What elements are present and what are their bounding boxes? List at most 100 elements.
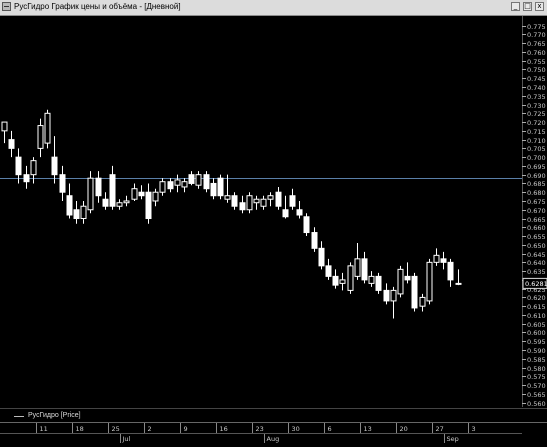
price-tick-label: 0.565 [527, 391, 546, 399]
price-tick-label: 0.655 [527, 233, 546, 241]
candle-body [267, 195, 274, 200]
day-tick-label: 6 [328, 425, 332, 433]
price-tick-label: 0.680 [527, 189, 546, 197]
candle-body [44, 112, 51, 144]
candle-body [109, 174, 116, 207]
price-tick-label: 0.640 [527, 259, 546, 267]
price-tick-label: 0.760 [527, 49, 546, 57]
candle-body [411, 275, 418, 309]
time-axis-svg: 11 18 25 2 9 16 23 30 6 13 20 27 3Jul Aug Sep [0, 423, 522, 443]
price-tick-label: 0.775 [527, 23, 546, 31]
candle-body [318, 247, 325, 267]
candle-body [145, 191, 152, 220]
price-tick-label: 0.710 [527, 137, 546, 145]
price-tick-label: 0.605 [527, 321, 546, 329]
price-chart-area[interactable]: 0.560 0.565 0.570 0.575 0.580 0.585 0.590 0.595… [0, 16, 547, 423]
price-tick-label: 0.675 [527, 198, 546, 206]
candle-body [188, 174, 195, 184]
candle-body [210, 182, 217, 197]
window-title: РусГидро График цены и объёма - [Дневной… [14, 2, 181, 11]
day-tick-label: 2 [148, 425, 152, 433]
app-icon [2, 2, 11, 11]
candle-body [80, 205, 87, 220]
chart-legend: РусГидро [Price] [0, 408, 547, 423]
price-tick-label: 0.690 [527, 172, 546, 180]
price-tick-label: 0.620 [527, 294, 546, 302]
candle-body [239, 202, 246, 211]
candle-body [195, 174, 202, 186]
candle-body [383, 289, 390, 302]
candle-body [455, 282, 462, 285]
price-tick-label: 0.580 [527, 365, 546, 373]
candle-body [303, 216, 310, 234]
candle-body [419, 296, 426, 307]
price-tick-label: 0.765 [527, 40, 546, 48]
candle-body [123, 200, 130, 204]
price-tick-label: 0.750 [527, 66, 546, 74]
candle-body [174, 179, 181, 186]
candle-body [433, 254, 440, 263]
candle-body [138, 191, 145, 197]
price-tick-label: 0.590 [527, 347, 546, 355]
day-tick-label: 11 [40, 425, 48, 433]
window-title-bar[interactable]: РусГидро График цены и объёма - [Дневной… [0, 0, 547, 16]
candle-body [354, 258, 361, 277]
candle-body [426, 261, 433, 302]
candle-body [167, 181, 174, 190]
price-tick-label: 0.735 [527, 93, 546, 101]
legend-label: РусГидро [Price] [28, 412, 81, 419]
price-tick-label: 0.660 [527, 224, 546, 232]
maximize-button[interactable]: □ [523, 2, 532, 11]
candle-body [51, 156, 58, 176]
day-tick-label: 30 [292, 425, 300, 433]
price-tick-label: 0.720 [527, 119, 546, 127]
time-axis[interactable]: 11 18 25 2 9 16 23 30 6 13 20 27 3 Jul Aug Sep [0, 422, 547, 443]
price-tick-label: 0.585 [527, 356, 546, 364]
candle-body [23, 174, 30, 183]
candle-body [224, 195, 231, 200]
candle-body [8, 139, 15, 149]
candle-body [390, 289, 397, 302]
candle-body [37, 125, 44, 149]
candle-body [102, 198, 109, 207]
price-tick-label: 0.665 [527, 216, 546, 224]
candle-body [260, 198, 267, 207]
candle-body [282, 209, 289, 218]
candle-body [1, 121, 8, 132]
candle-body [152, 191, 159, 202]
close-button[interactable]: x [535, 2, 544, 11]
candle-body [447, 261, 454, 281]
candle-body [181, 181, 188, 188]
price-tick-label: 0.600 [527, 329, 546, 337]
candle-body [368, 275, 375, 284]
candle-body [73, 209, 80, 220]
candle-body [66, 195, 73, 216]
candle-body [375, 275, 382, 291]
price-tick-label: 0.685 [527, 180, 546, 188]
price-tick-label: 0.645 [527, 251, 546, 259]
price-tick-label: 0.635 [527, 268, 546, 276]
price-tick-label: 0.725 [527, 110, 546, 118]
candle-body [231, 195, 238, 207]
candle-body [246, 195, 253, 211]
minimize-button[interactable]: _ [511, 2, 520, 11]
candle-body [289, 195, 296, 207]
candle-body [325, 265, 332, 277]
candle-body [30, 160, 37, 176]
day-tick-label: 9 [184, 425, 188, 433]
candlestick-chart[interactable]: 0.5600.5650.5700.5750.5800.5850.5900.595… [0, 16, 547, 423]
price-tick-label: 0.610 [527, 312, 546, 320]
candle-body [159, 181, 166, 193]
price-tick-label: 0.575 [527, 373, 546, 381]
candle-body [275, 191, 282, 207]
candle-body [339, 279, 346, 284]
candle-body [347, 265, 354, 291]
candle-body [397, 268, 404, 295]
day-tick-label: 3 [472, 425, 476, 433]
candle-body [203, 174, 210, 190]
day-tick-label: 13 [364, 425, 372, 433]
price-tick-label: 0.745 [527, 75, 546, 83]
day-tick-label: 25 [112, 425, 120, 433]
price-tick-label: 0.730 [527, 102, 546, 110]
price-tick-label: 0.695 [527, 163, 546, 171]
